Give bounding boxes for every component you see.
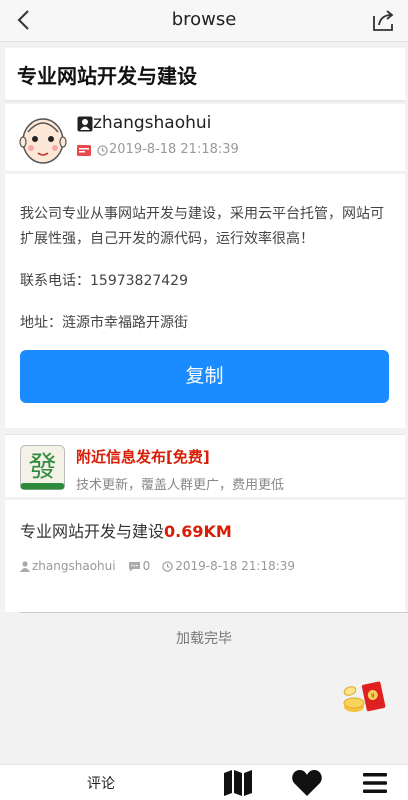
- divider: [20, 612, 408, 613]
- top-bar: browse: [0, 0, 408, 42]
- bottom-toolbar: 评论: [0, 764, 408, 800]
- nearby-item-name: 专业网站开发与建设: [20, 522, 165, 541]
- nearby-item-author: zhangshaohui: [32, 559, 116, 573]
- banner-subtitle: 技术更新，覆盖人群更广，费用更低: [76, 478, 285, 493]
- phone-number[interactable]: 联系电话：15973827429: [20, 270, 188, 290]
- nearby-item-title: 专业网站开发与建设0.69KM: [20, 518, 232, 542]
- post-content-card: 我公司专业从事网站开发与建设，采用云平台托管，网站可扩展性强，自己开发的源代码，…: [5, 174, 405, 428]
- id-card-icon: [77, 145, 91, 156]
- user-icon: [20, 560, 30, 572]
- post-title-card: 专业网站开发与建设: [5, 48, 405, 102]
- load-complete-text: 加载完毕: [176, 631, 232, 647]
- fa-tile-char: 發: [28, 450, 56, 483]
- clock-icon: [97, 145, 108, 156]
- nearby-item-time: 2019-8-18 21:18:39: [175, 559, 296, 573]
- copy-button[interactable]: 复制: [20, 350, 389, 403]
- clock-icon: [162, 560, 173, 572]
- user-icon: [77, 116, 93, 132]
- post-time: 2019-8-18 21:18:39: [109, 142, 239, 157]
- address: 地址：涟源市幸福路开源街: [20, 315, 188, 331]
- comment-icon: [128, 561, 140, 571]
- heart-icon[interactable]: [291, 769, 323, 797]
- red-envelope-icon[interactable]: ¥: [342, 680, 386, 716]
- nearby-item-comments: 0: [142, 559, 151, 573]
- nearby-publish-banner[interactable]: 發 附近信息发布[免费] 技术更新，覆盖人群更广，费用更低: [5, 434, 405, 498]
- menu-icon[interactable]: [362, 771, 388, 795]
- author-name[interactable]: zhangshaohui: [93, 113, 211, 133]
- fa-tile-icon: 發: [20, 445, 65, 490]
- nearby-list-item[interactable]: 专业网站开发与建设0.69KM zhangshaohui 0 2019-8-18…: [5, 500, 405, 612]
- nearby-item-distance: 0.69KM: [164, 522, 232, 541]
- share-icon[interactable]: [370, 6, 398, 34]
- comment-button[interactable]: 评论: [87, 773, 115, 793]
- nearby-item-meta: zhangshaohui 0 2019-8-18 21:18:39: [20, 559, 295, 573]
- avatar[interactable]: [19, 112, 67, 166]
- map-icon[interactable]: [223, 769, 253, 797]
- page-title: browse: [171, 9, 237, 30]
- author-card: zhangshaohui 2019-8-18 21:18:39: [5, 104, 405, 172]
- post-body: 我公司专业从事网站开发与建设，采用云平台托管，网站可扩展性强，自己开发的源代码，…: [20, 206, 384, 247]
- banner-title: 附近信息发布[免费]: [76, 448, 210, 466]
- post-title: 专业网站开发与建设: [17, 64, 197, 88]
